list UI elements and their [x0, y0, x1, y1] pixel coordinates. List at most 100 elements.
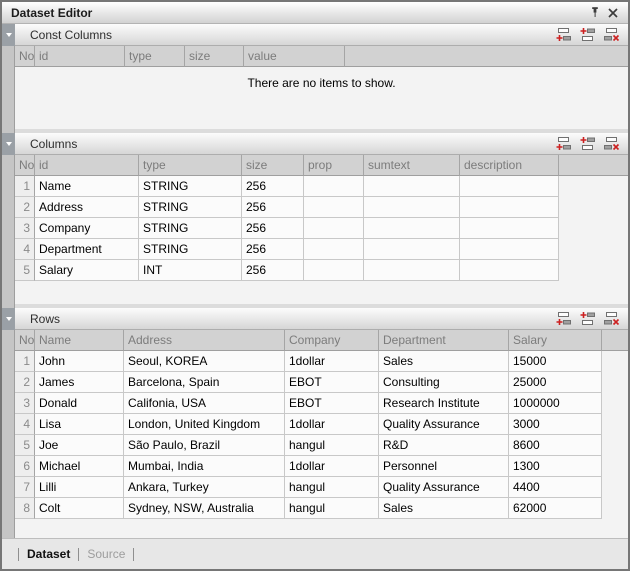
- grid-cell[interactable]: 256: [242, 218, 304, 239]
- table-row[interactable]: 3DonaldCalifonia, USAEBOTResearch Instit…: [15, 393, 628, 414]
- grid-cell[interactable]: 1dollar: [285, 456, 379, 477]
- grid-cell[interactable]: 1000000: [509, 393, 602, 414]
- delete-item-icon[interactable]: [602, 27, 621, 43]
- grid-cell[interactable]: 3000: [509, 414, 602, 435]
- table-row[interactable]: 2AddressSTRING256: [15, 197, 628, 218]
- table-row[interactable]: 1NameSTRING256: [15, 176, 628, 197]
- add-item-icon[interactable]: [554, 311, 573, 327]
- grid-cell[interactable]: 15000: [509, 351, 602, 372]
- grid-cell[interactable]: 1dollar: [285, 351, 379, 372]
- grid-cell[interactable]: [460, 260, 559, 281]
- collapse-button[interactable]: [2, 133, 15, 155]
- grid-cell[interactable]: Research Institute: [379, 393, 509, 414]
- column-header[interactable]: type: [139, 155, 242, 176]
- grid-cell[interactable]: [364, 197, 460, 218]
- add-item-icon[interactable]: [554, 136, 573, 152]
- grid-cell[interactable]: 1dollar: [285, 414, 379, 435]
- grid-cell[interactable]: [460, 239, 559, 260]
- grid-cell[interactable]: [304, 239, 364, 260]
- table-row[interactable]: 7LilliAnkara, TurkeyhangulQuality Assura…: [15, 477, 628, 498]
- grid-cell[interactable]: Sydney, NSW, Australia: [124, 498, 285, 519]
- grid-cell[interactable]: Seoul, KOREA: [124, 351, 285, 372]
- grid-cell[interactable]: Michael: [35, 456, 124, 477]
- grid-cell[interactable]: hangul: [285, 498, 379, 519]
- grid-cell[interactable]: [364, 260, 460, 281]
- column-header[interactable]: value: [244, 46, 345, 67]
- grid-cell[interactable]: [304, 218, 364, 239]
- close-icon[interactable]: [604, 4, 622, 22]
- delete-item-icon[interactable]: [602, 311, 621, 327]
- grid-cell[interactable]: [304, 197, 364, 218]
- grid-cell[interactable]: [364, 218, 460, 239]
- column-header[interactable]: size: [185, 46, 244, 67]
- collapse-button[interactable]: [2, 24, 15, 46]
- grid-cell[interactable]: 1300: [509, 456, 602, 477]
- column-header[interactable]: prop: [304, 155, 364, 176]
- grid-cell[interactable]: INT: [139, 260, 242, 281]
- grid-cell[interactable]: hangul: [285, 435, 379, 456]
- grid-cell[interactable]: EBOT: [285, 393, 379, 414]
- column-header[interactable]: Address: [124, 330, 285, 351]
- table-row[interactable]: 5JoeSão Paulo, BrazilhangulR&D8600: [15, 435, 628, 456]
- insert-item-icon[interactable]: [578, 136, 597, 152]
- grid-cell[interactable]: [364, 239, 460, 260]
- grid-cell[interactable]: STRING: [139, 176, 242, 197]
- grid-cell[interactable]: Califonia, USA: [124, 393, 285, 414]
- pin-icon[interactable]: [586, 4, 604, 22]
- grid-cell[interactable]: Lilli: [35, 477, 124, 498]
- column-header[interactable]: [559, 155, 628, 176]
- grid-cell[interactable]: 62000: [509, 498, 602, 519]
- column-header[interactable]: [602, 330, 628, 351]
- column-header[interactable]: [345, 46, 628, 67]
- grid-cell[interactable]: 8600: [509, 435, 602, 456]
- grid-cell[interactable]: Joe: [35, 435, 124, 456]
- grid-cell[interactable]: STRING: [139, 197, 242, 218]
- grid-cell[interactable]: 256: [242, 239, 304, 260]
- column-header[interactable]: No: [15, 330, 35, 351]
- grid-cell[interactable]: Name: [35, 176, 139, 197]
- grid-cell[interactable]: 256: [242, 176, 304, 197]
- column-header[interactable]: No: [15, 155, 35, 176]
- grid-cell[interactable]: [460, 197, 559, 218]
- grid-cell[interactable]: Barcelona, Spain: [124, 372, 285, 393]
- grid-cell[interactable]: Lisa: [35, 414, 124, 435]
- grid-cell[interactable]: [304, 260, 364, 281]
- grid-cell[interactable]: Quality Assurance: [379, 477, 509, 498]
- grid-cell[interactable]: John: [35, 351, 124, 372]
- grid-cell[interactable]: Donald: [35, 393, 124, 414]
- grid-cell[interactable]: Colt: [35, 498, 124, 519]
- grid-cell[interactable]: Ankara, Turkey: [124, 477, 285, 498]
- grid-cell[interactable]: Department: [35, 239, 139, 260]
- insert-item-icon[interactable]: [578, 311, 597, 327]
- grid-cell[interactable]: 256: [242, 260, 304, 281]
- grid-cell[interactable]: R&D: [379, 435, 509, 456]
- add-item-icon[interactable]: [554, 27, 573, 43]
- column-header[interactable]: Company: [285, 330, 379, 351]
- grid-cell[interactable]: Consulting: [379, 372, 509, 393]
- grid-cell[interactable]: Address: [35, 197, 139, 218]
- grid-cell[interactable]: Quality Assurance: [379, 414, 509, 435]
- tab-source[interactable]: Source: [87, 547, 125, 561]
- grid-cell[interactable]: [304, 176, 364, 197]
- grid-cell[interactable]: Company: [35, 218, 139, 239]
- column-header[interactable]: No: [15, 46, 35, 67]
- table-row[interactable]: 5SalaryINT256: [15, 260, 628, 281]
- grid-cell[interactable]: [460, 218, 559, 239]
- column-header[interactable]: id: [35, 46, 125, 67]
- table-row[interactable]: 2JamesBarcelona, SpainEBOTConsulting2500…: [15, 372, 628, 393]
- grid-cell[interactable]: [364, 176, 460, 197]
- grid-cell[interactable]: EBOT: [285, 372, 379, 393]
- column-header[interactable]: Name: [35, 330, 124, 351]
- table-row[interactable]: 8ColtSydney, NSW, AustraliahangulSales62…: [15, 498, 628, 519]
- column-header[interactable]: id: [35, 155, 139, 176]
- grid-cell[interactable]: São Paulo, Brazil: [124, 435, 285, 456]
- table-row[interactable]: 1JohnSeoul, KOREA1dollarSales15000: [15, 351, 628, 372]
- grid-cell[interactable]: STRING: [139, 239, 242, 260]
- grid-cell[interactable]: Sales: [379, 498, 509, 519]
- grid-cell[interactable]: Sales: [379, 351, 509, 372]
- column-header[interactable]: Department: [379, 330, 509, 351]
- column-header[interactable]: sumtext: [364, 155, 460, 176]
- tab-dataset[interactable]: Dataset: [27, 547, 70, 561]
- grid-cell[interactable]: 4400: [509, 477, 602, 498]
- grid-cell[interactable]: Personnel: [379, 456, 509, 477]
